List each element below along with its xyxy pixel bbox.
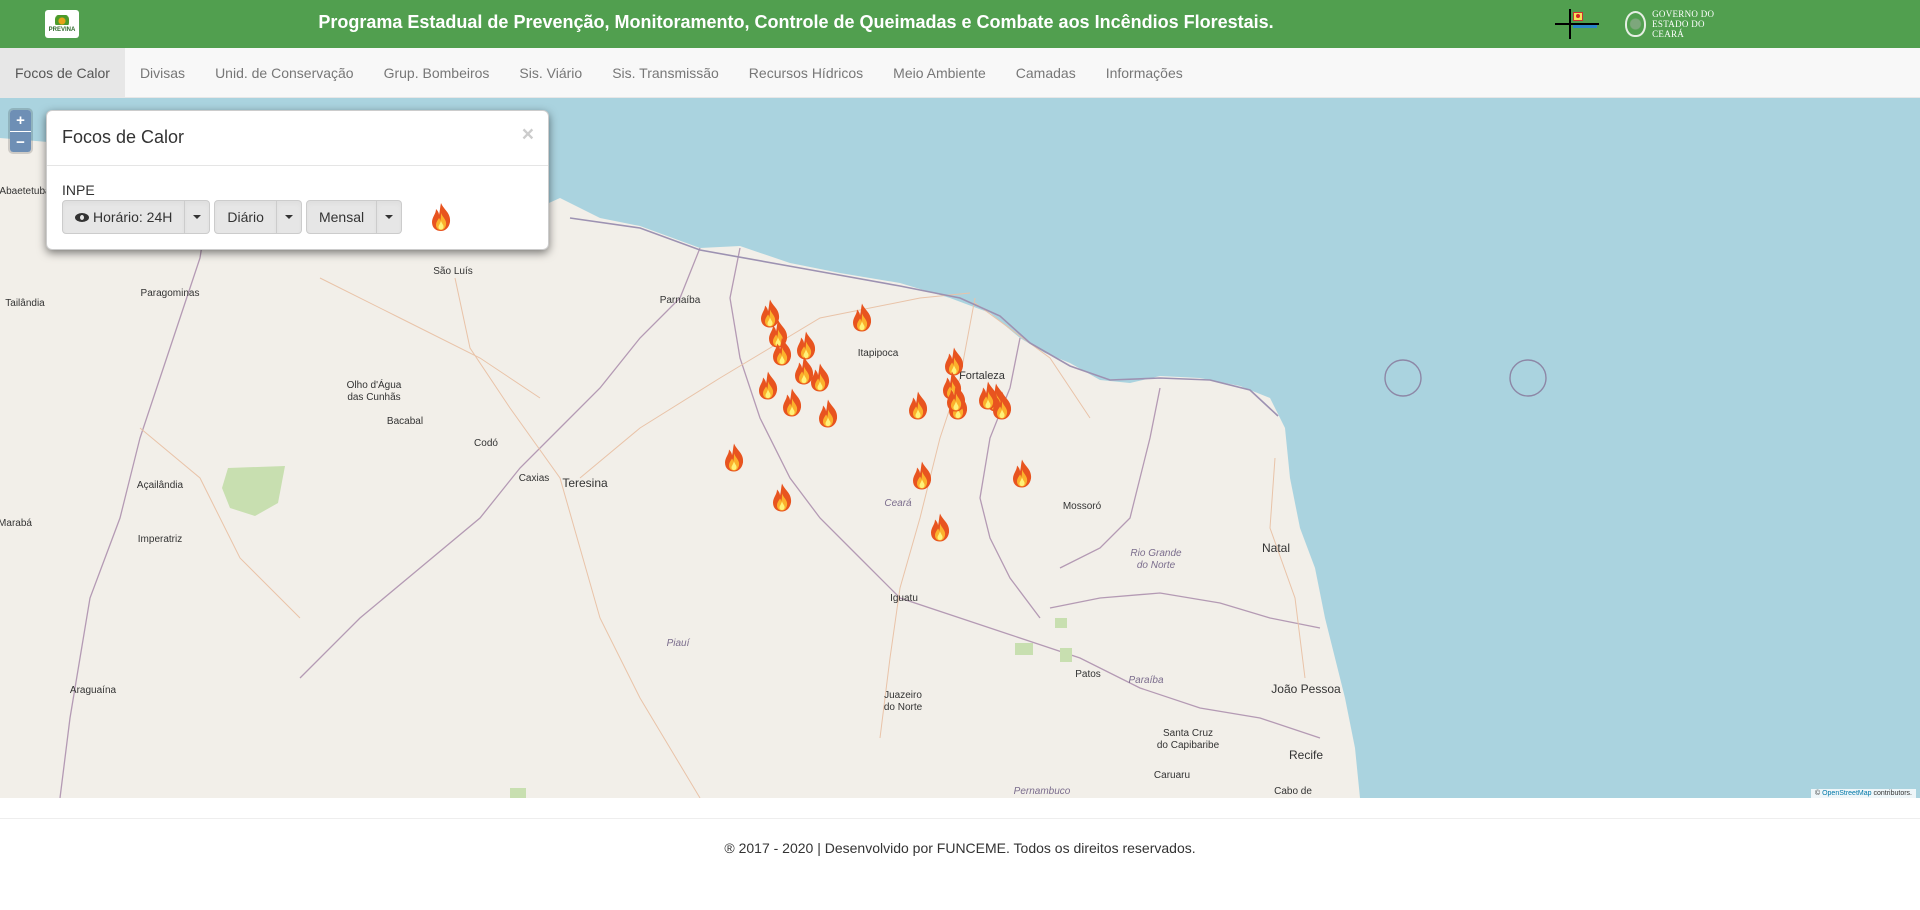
- map-label: São Luís: [433, 266, 473, 277]
- map-label: Itapipoca: [857, 348, 899, 359]
- close-icon[interactable]: ×: [522, 123, 534, 147]
- partner-logo: [1555, 9, 1599, 39]
- nav-unid-conservacao[interactable]: Unid. de Conservação: [200, 48, 369, 97]
- panel-title: Focos de Calor: [62, 127, 185, 147]
- nav-meio-ambiente[interactable]: Meio Ambiente: [878, 48, 1001, 97]
- fire-icon[interactable]: [909, 461, 935, 496]
- nav-divisas[interactable]: Divisas: [125, 48, 200, 97]
- map-label: Cabo de: [1274, 786, 1312, 797]
- map-label: Paragominas: [140, 288, 200, 299]
- fire-icon[interactable]: [849, 303, 875, 338]
- map-label: Araguaína: [69, 685, 117, 696]
- map-label: Caxias: [518, 473, 550, 484]
- zoom-control: + −: [10, 110, 31, 152]
- hour-filter-button[interactable]: Horário: 24H: [62, 200, 186, 234]
- map-label: Bacabal: [386, 416, 424, 427]
- daily-filter-dropdown[interactable]: [276, 200, 302, 234]
- fire-icon[interactable]: [769, 483, 795, 518]
- map-label: Ceará: [884, 498, 912, 509]
- fire-icon[interactable]: [1009, 459, 1035, 494]
- map-label: Mossoró: [1062, 501, 1102, 512]
- daily-filter-button[interactable]: Diário: [214, 200, 277, 234]
- map-label: Marabá: [0, 518, 32, 529]
- nav-sis-transmissao[interactable]: Sis. Transmissão: [597, 48, 734, 97]
- eye-icon: [75, 212, 89, 222]
- map-label: do Norte: [1136, 560, 1176, 571]
- fire-icon[interactable]: [755, 371, 781, 406]
- gov-logo-line1: GOVERNO DO: [1652, 9, 1715, 19]
- map-label: Caruaru: [1153, 770, 1191, 781]
- fire-icon[interactable]: [779, 388, 805, 423]
- map-label: Juazeiro: [884, 690, 922, 701]
- main-nav: Focos de Calor Divisas Unid. de Conserva…: [0, 48, 1920, 98]
- nav-grup-bombeiros[interactable]: Grup. Bombeiros: [369, 48, 505, 97]
- fire-icon: [432, 203, 451, 231]
- openstreetmap-link[interactable]: OpenStreetMap: [1822, 790, 1871, 797]
- map-label: Abaetetuba: [0, 186, 51, 197]
- nav-recursos-hidricos[interactable]: Recursos Hídricos: [734, 48, 878, 97]
- fire-icon[interactable]: [975, 381, 1001, 416]
- footer-text: ® 2017 - 2020 | Desenvolvido por FUNCEME…: [724, 840, 1196, 856]
- map-label: Tailândia: [5, 298, 45, 309]
- state-seal-icon: [1625, 11, 1647, 37]
- monthly-filter-group: Mensal: [305, 200, 403, 234]
- map-label: Imperatriz: [137, 534, 183, 545]
- map-label: Iguatu: [890, 593, 918, 604]
- focos-de-calor-panel: Focos de Calor × INPE Horário: 24H Diári…: [46, 110, 549, 250]
- daily-filter-group: Diário: [214, 200, 302, 234]
- gov-logo-line2: ESTADO DO CEARÁ: [1652, 19, 1705, 39]
- monthly-filter-button[interactable]: Mensal: [305, 200, 378, 234]
- fire-icon[interactable]: [815, 399, 841, 434]
- map-label: Recife: [1288, 748, 1324, 762]
- app-header: PREVINA Programa Estadual de Prevenção, …: [0, 0, 1920, 48]
- map-label: Teresina: [562, 476, 608, 490]
- fire-icon[interactable]: [943, 383, 969, 418]
- map-label: Parnaíba: [659, 295, 701, 306]
- map-label: Patos: [1075, 669, 1101, 680]
- map-label: das Cunhãs: [347, 392, 401, 403]
- map-label: Rio Grande: [1130, 548, 1182, 559]
- map-label: João Pessoa: [1271, 682, 1341, 696]
- map-label: Açailândia: [136, 480, 184, 491]
- map-label: do Capibaribe: [1156, 740, 1220, 751]
- caret-down-icon: [193, 215, 202, 219]
- map-label: Piauí: [666, 638, 690, 649]
- caret-down-icon: [284, 215, 293, 219]
- source-label: INPE: [62, 182, 95, 198]
- caret-down-icon: [385, 215, 394, 219]
- fire-icon[interactable]: [905, 391, 931, 426]
- map-label: Natal: [1261, 541, 1291, 555]
- nav-camadas[interactable]: Camadas: [1001, 48, 1091, 97]
- zoom-in-button[interactable]: +: [10, 110, 31, 131]
- monthly-filter-dropdown[interactable]: [377, 200, 403, 234]
- map-label: Olho d'Água: [346, 380, 402, 391]
- zoom-out-button[interactable]: −: [10, 131, 31, 152]
- map-attribution: © OpenStreetMap contributors.: [1810, 789, 1916, 798]
- nav-informacoes[interactable]: Informações: [1091, 48, 1198, 97]
- fire-icon[interactable]: [721, 443, 747, 478]
- fire-icon[interactable]: [807, 363, 833, 398]
- nav-focos-de-calor[interactable]: Focos de Calor: [0, 48, 125, 97]
- hour-filter-group: Horário: 24H: [62, 200, 211, 234]
- fire-icon[interactable]: [927, 513, 953, 548]
- map-label: Paraíba: [1128, 675, 1164, 686]
- page-title: Programa Estadual de Prevenção, Monitora…: [318, 12, 1274, 32]
- map-label: Santa Cruz: [1162, 728, 1214, 739]
- map-label: Codó: [474, 438, 498, 449]
- nav-sis-viario[interactable]: Sis. Viário: [504, 48, 597, 97]
- governo-ceara-logo: GOVERNO DO ESTADO DO CEARÁ: [1625, 9, 1735, 39]
- map-label: Pernambuco: [1013, 786, 1071, 797]
- hour-filter-dropdown[interactable]: [185, 200, 211, 234]
- map-label: do Norte: [883, 702, 923, 713]
